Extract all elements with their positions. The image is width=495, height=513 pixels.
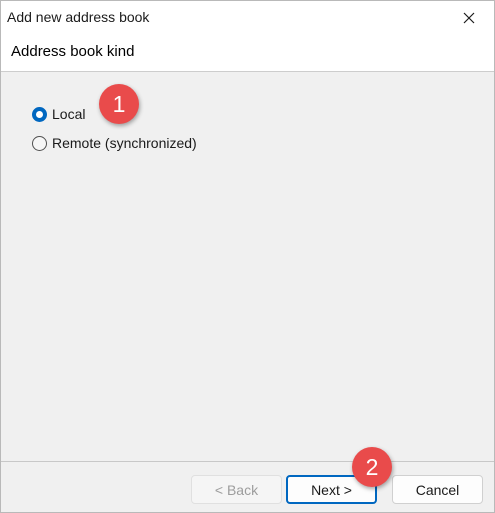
- wizard-content: Local Remote (synchronized): [1, 72, 494, 461]
- close-icon: [463, 12, 475, 23]
- step-badge-1: 1: [99, 84, 139, 124]
- back-button[interactable]: < Back: [191, 475, 282, 504]
- close-button[interactable]: [446, 1, 492, 34]
- add-address-book-dialog: Add new address book Address book kind L…: [0, 0, 495, 513]
- local-label: Local: [52, 106, 86, 122]
- page-title: Address book kind: [11, 43, 135, 60]
- remote-radio[interactable]: [32, 135, 47, 151]
- cancel-button[interactable]: Cancel: [392, 475, 483, 504]
- wizard-header: Address book kind: [1, 34, 494, 72]
- step-badge-2: 2: [352, 447, 392, 487]
- title-bar: Add new address book: [1, 1, 494, 34]
- window-title: Add new address book: [7, 9, 150, 25]
- local-option[interactable]: Local: [32, 106, 85, 122]
- wizard-footer: < Back Next > Cancel: [1, 462, 494, 512]
- remote-label: Remote (synchronized): [52, 135, 197, 151]
- remote-option[interactable]: Remote (synchronized): [32, 135, 197, 151]
- local-radio[interactable]: [32, 106, 47, 122]
